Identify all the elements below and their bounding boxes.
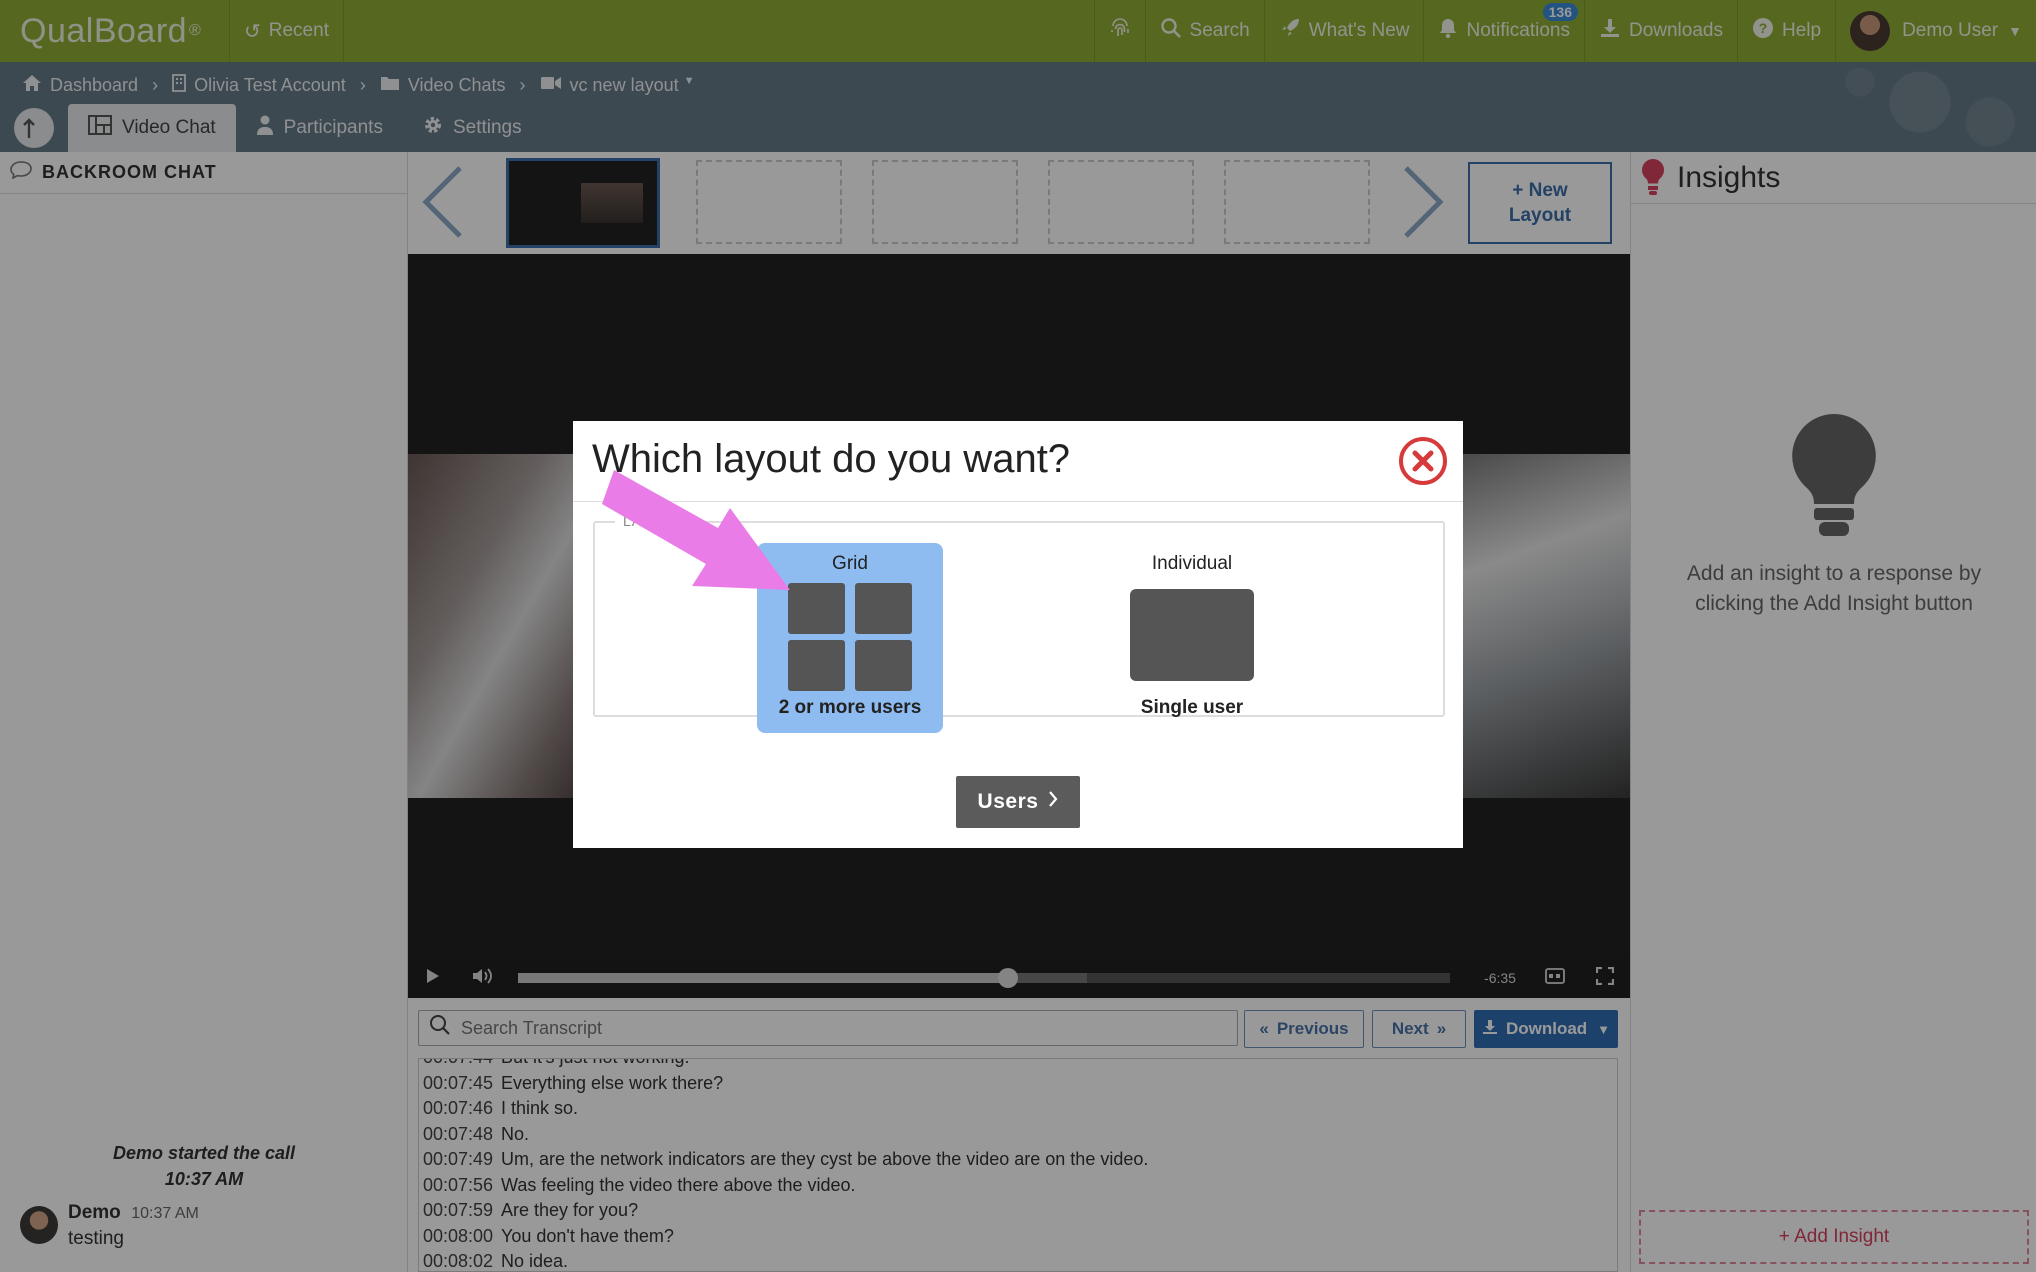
single-user-layout-icon: [1130, 589, 1254, 681]
users-button-label: Users: [977, 790, 1039, 813]
individual-option-title: Individual: [1151, 553, 1233, 574]
users-next-button[interactable]: Users: [956, 776, 1080, 828]
individual-option-subtitle: Single user: [1140, 697, 1244, 718]
grid-option-subtitle: 2 or more users: [778, 697, 922, 718]
chevron-right-icon: [1048, 790, 1058, 814]
close-icon: [1399, 437, 1447, 485]
grid-layout-icon: [788, 583, 912, 691]
close-button[interactable]: [1398, 436, 1448, 486]
individual-layout-option[interactable]: Individual Single user: [1099, 543, 1285, 733]
annotation-arrow: [602, 470, 790, 590]
